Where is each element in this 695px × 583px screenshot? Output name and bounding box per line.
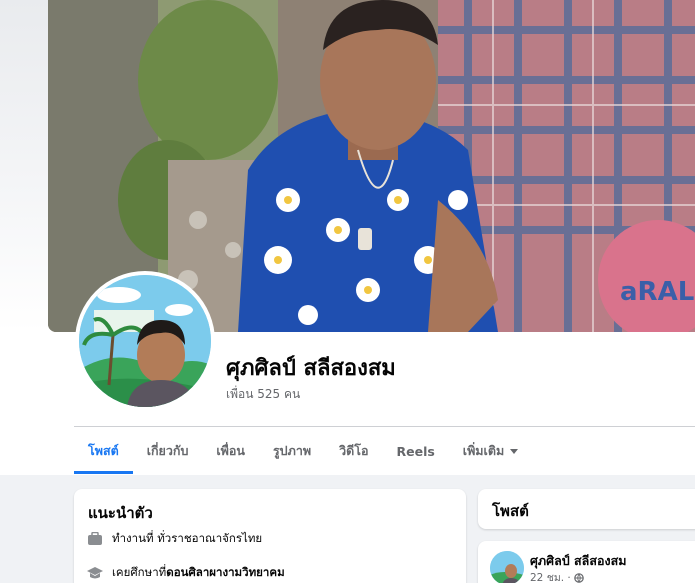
- tab-about[interactable]: เกี่ยวกับ: [133, 428, 203, 474]
- tab-more[interactable]: เพิ่มเติม: [449, 428, 532, 474]
- tab-label: โพสต์: [88, 443, 119, 458]
- tab-label: เพื่อน: [216, 443, 245, 458]
- post-time[interactable]: 22 ชม. ·: [530, 569, 571, 583]
- posts-header-card: โพสต์: [478, 489, 695, 529]
- tab-photos[interactable]: รูปภาพ: [259, 428, 325, 474]
- posts-title: โพสต์: [492, 502, 529, 520]
- education-prefix: เคยศึกษาที่: [112, 565, 167, 579]
- tab-label: วิดีโอ: [339, 443, 369, 458]
- svg-text:aRAL: aRAL: [620, 277, 694, 307]
- tab-posts[interactable]: โพสต์: [74, 428, 133, 474]
- post-card: ศุภศิลป์ สลีสองสม 22 ชม. ·: [478, 541, 695, 583]
- intro-card: แนะนำตัว ทำงานที่ ทั่วราชอาณาจักรไทย เคย…: [74, 489, 466, 583]
- profile-tabs: โพสต์ เกี่ยวกับ เพื่อน รูปภาพ วิดีโอ Ree…: [74, 428, 532, 474]
- tab-label: รูปภาพ: [272, 443, 312, 458]
- post-author-name[interactable]: ศุภศิลป์ สลีสองสม: [530, 551, 626, 571]
- education-row: เคยศึกษาที่ ดอนศิลาผางามวิทยาคม: [86, 564, 285, 582]
- globe-icon: [573, 572, 584, 583]
- work-row: ทำงานที่ ทั่วราชอาณาจักรไทย: [86, 530, 262, 548]
- tab-label: Reels: [396, 443, 435, 459]
- post-author-avatar[interactable]: [490, 551, 524, 583]
- divider: [74, 426, 695, 427]
- profile-picture[interactable]: [75, 271, 215, 411]
- tab-reels[interactable]: Reels: [382, 428, 448, 474]
- caret-down-icon: [510, 448, 519, 454]
- work-text: ทำงานที่ ทั่วราชอาณาจักรไทย: [112, 531, 263, 545]
- post-meta: 22 ชม. ·: [530, 569, 584, 583]
- avatar: [79, 275, 211, 407]
- graduation-cap-icon: [86, 564, 104, 582]
- profile-name: ศุภศิลป์ สลีสองสม: [226, 356, 396, 381]
- tab-videos[interactable]: วิดีโอ: [325, 428, 382, 474]
- intro-title: แนะนำตัว: [88, 504, 153, 522]
- education-school[interactable]: ดอนศิลาผางามวิทยาคม: [166, 564, 284, 582]
- tab-label: เพิ่มเติม: [462, 443, 505, 458]
- friends-count[interactable]: เพื่อน 525 คน: [226, 385, 300, 404]
- tab-label: เกี่ยวกับ: [146, 443, 189, 458]
- briefcase-icon: [86, 530, 104, 548]
- tab-friends[interactable]: เพื่อน: [202, 428, 259, 474]
